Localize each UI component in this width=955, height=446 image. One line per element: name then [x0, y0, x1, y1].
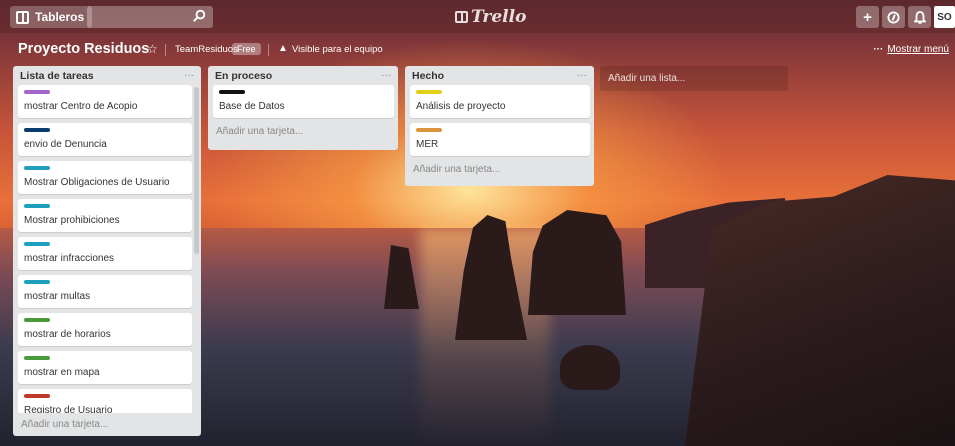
list-scrollbar[interactable] [194, 87, 199, 254]
list-menu-icon[interactable]: ··· [577, 70, 587, 81]
card-container: mostrar Centro de Acopio envio de Denunc… [13, 85, 201, 413]
list-title[interactable]: Lista de tareas [20, 70, 94, 82]
card-title: Base de Datos [219, 101, 285, 112]
card-label [219, 90, 245, 94]
list-menu-icon[interactable]: ··· [184, 70, 194, 81]
card-title: Mostrar prohibiciones [24, 215, 120, 226]
card-title: Análisis de proyecto [416, 101, 506, 112]
card-title: mostrar en mapa [24, 367, 100, 378]
add-card-link[interactable]: Añadir una tarjeta... [13, 416, 116, 433]
list-header: Hecho ··· [405, 66, 594, 85]
card[interactable]: mostrar infracciones [18, 237, 192, 270]
boards-icon [16, 10, 29, 24]
rock-stack [560, 345, 620, 390]
trello-logo-icon [455, 11, 468, 23]
list-hecho: Hecho ··· Análisis de proyecto MER Añadi… [405, 66, 594, 186]
star-icon[interactable]: ☆ [147, 42, 158, 56]
show-menu-label: Mostrar menú [887, 44, 949, 55]
divider [268, 44, 269, 56]
show-menu-link[interactable]: ··· Mostrar menú [873, 44, 949, 55]
card-label [24, 166, 50, 170]
card-title: Mostrar Obligaciones de Usuario [24, 177, 170, 188]
list-menu-icon[interactable]: ··· [381, 70, 391, 81]
card[interactable]: mostrar multas [18, 275, 192, 308]
info-icon [887, 10, 900, 24]
add-list-button[interactable]: Añadir una lista... [600, 66, 788, 91]
trello-logo-text: Trello [471, 7, 527, 27]
card[interactable]: Base de Datos [213, 85, 394, 118]
card[interactable]: mostrar de horarios [18, 313, 192, 346]
add-card-link[interactable]: Añadir una tarjeta... [405, 161, 594, 178]
card-label [24, 204, 50, 208]
rock-stack [528, 210, 626, 315]
card-title: mostrar infracciones [24, 253, 115, 264]
more-icon: ··· [873, 44, 884, 55]
card[interactable]: mostrar en mapa [18, 351, 192, 384]
card-title: envio de Denuncia [24, 139, 107, 150]
card-label [24, 128, 50, 132]
notifications-button[interactable] [908, 6, 931, 28]
boards-button[interactable]: Tableros [10, 6, 93, 28]
card[interactable]: MER [410, 123, 590, 156]
search-icon[interactable] [193, 9, 206, 22]
top-header: Tableros Trello + SO [0, 0, 955, 33]
info-button[interactable] [882, 6, 905, 28]
card-title: Registro de Usuario [24, 405, 113, 413]
add-card-link[interactable]: Añadir una tarjeta... [208, 123, 398, 140]
card-title: mostrar multas [24, 291, 91, 302]
bell-icon [913, 10, 926, 24]
list-header: En proceso ··· [208, 66, 398, 85]
card[interactable]: mostrar Centro de Acopio [18, 85, 192, 118]
card[interactable]: Registro de Usuario [18, 389, 192, 413]
plus-icon: + [863, 8, 872, 26]
list-en-proceso: En proceso ··· Base de Datos Añadir una … [208, 66, 398, 150]
card[interactable]: envio de Denuncia [18, 123, 192, 156]
card-title: mostrar de horarios [24, 329, 111, 340]
list-lista-de-tareas: Lista de tareas ··· mostrar Centro de Ac… [13, 66, 201, 436]
visibility-label[interactable]: Visible para el equipo [292, 44, 383, 55]
card-title: mostrar Centro de Acopio [24, 101, 138, 112]
team-visibility-icon: ▲ [278, 43, 288, 54]
card-label [24, 90, 50, 94]
card-title: MER [416, 139, 439, 150]
card-label [24, 356, 50, 360]
card-label [24, 280, 50, 284]
card-label [24, 242, 50, 246]
card[interactable]: Mostrar Obligaciones de Usuario [18, 161, 192, 194]
card-label [24, 394, 50, 398]
card-label [416, 128, 442, 132]
list-title[interactable]: Hecho [412, 70, 444, 82]
card-label [416, 90, 442, 94]
card[interactable]: Análisis de proyecto [410, 85, 590, 118]
card-label [24, 318, 50, 322]
list-title[interactable]: En proceso [215, 70, 272, 82]
board-title[interactable]: Proyecto Residuos [18, 41, 149, 57]
trello-logo[interactable]: Trello [455, 6, 526, 28]
add-button[interactable]: + [856, 6, 879, 28]
card[interactable]: Mostrar prohibiciones [18, 199, 192, 232]
list-header: Lista de tareas ··· [13, 66, 201, 85]
boards-label: Tableros [35, 10, 85, 24]
avatar[interactable]: SO [934, 6, 955, 28]
team-name[interactable]: TeamResiduos [175, 44, 238, 55]
divider [165, 44, 166, 56]
free-badge[interactable]: Free [232, 43, 261, 55]
